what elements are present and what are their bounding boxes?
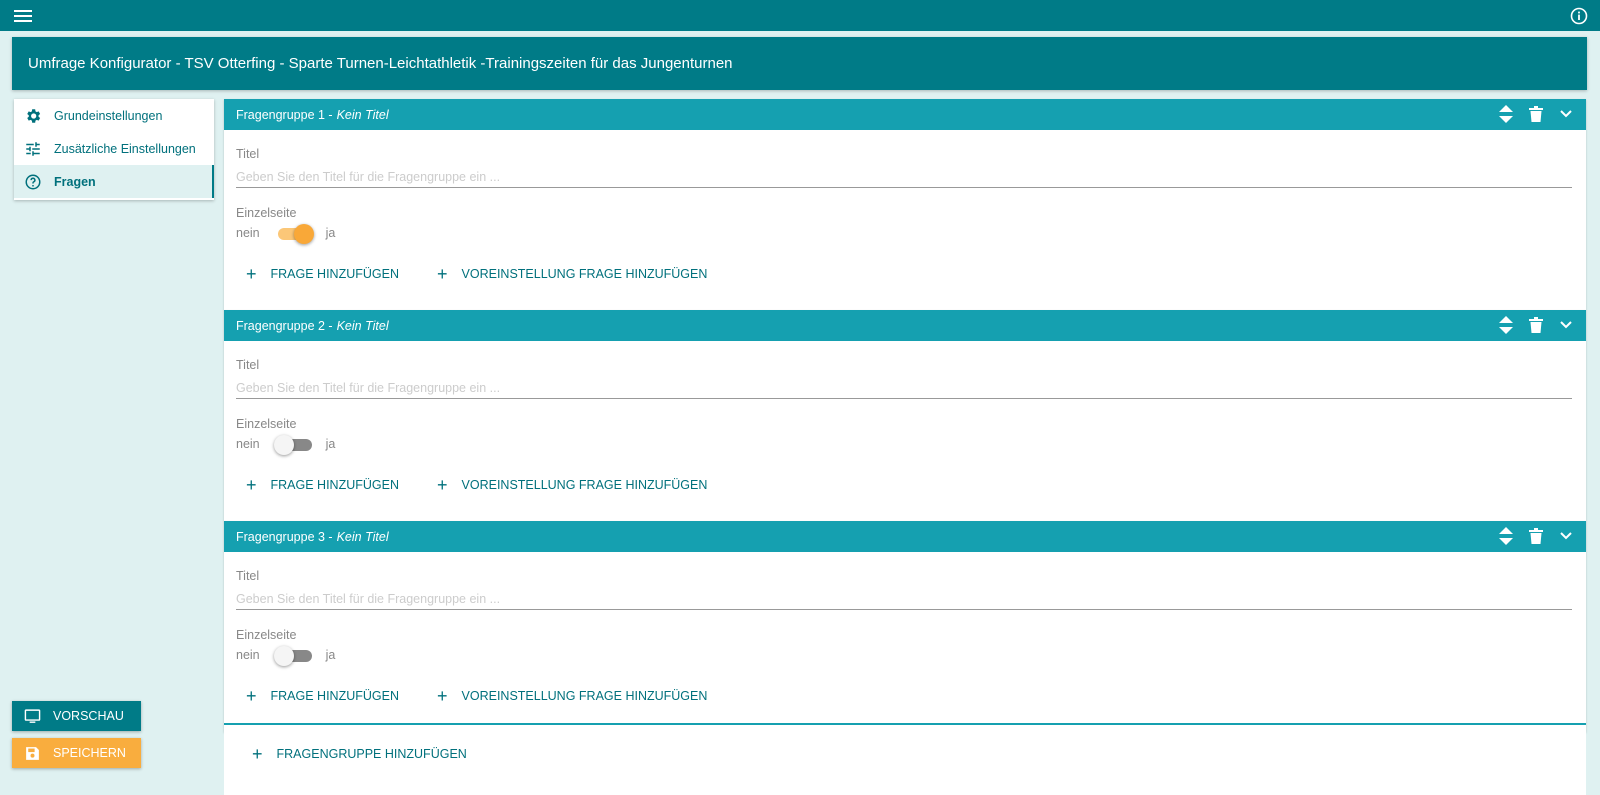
question-group-header[interactable]: Fragengruppe 2 - Kein Titel [224, 310, 1586, 341]
add-question-label: FRAGE HINZUFÜGEN [270, 478, 399, 492]
single-page-label: Einzelseite [236, 417, 297, 431]
group-title-input[interactable] [236, 166, 1572, 188]
plus-icon: + [246, 686, 257, 706]
sidebar-item-zusaetzliche-einstellungen[interactable]: Zusätzliche Einstellungen [14, 132, 214, 165]
question-group: Fragengruppe 3 - Kein Titel Titel Einzel… [224, 521, 1586, 732]
reorder-icon[interactable] [1496, 526, 1516, 546]
add-preset-question-label: VOREINSTELLUNG FRAGE HINZUFÜGEN [461, 478, 708, 492]
gear-icon [27, 108, 41, 123]
preview-button-label: VORSCHAU [53, 709, 124, 723]
question-group-header[interactable]: Fragengruppe 1 - Kein Titel [224, 99, 1586, 130]
question-group-title: Fragengruppe 3 - [236, 529, 333, 544]
question-groups-panel: Fragengruppe 1 - Kein Titel Titel Einzel… [224, 99, 1586, 795]
plus-icon: + [246, 264, 257, 284]
help-circle-icon [25, 174, 41, 189]
sidebar-item-label: Grundeinstellungen [54, 108, 163, 123]
sidebar-item-label: Fragen [54, 174, 96, 189]
single-page-label: Einzelseite [236, 628, 297, 642]
add-preset-question-button[interactable]: + VOREINSTELLUNG FRAGE HINZUFÜGEN [431, 261, 713, 287]
sidebar-nav: Grundeinstellungen Zusätzliche Einstellu… [14, 99, 214, 200]
question-group-title: Fragengruppe 1 - [236, 107, 333, 122]
toggle-on-label: ja [325, 648, 336, 662]
add-question-group-panel: + FRAGENGRUPPE HINZUFÜGEN [224, 723, 1586, 795]
page-title: Umfrage Konfigurator - TSV Otterfing - S… [12, 37, 1587, 90]
question-group-subtitle: Kein Titel [336, 318, 389, 333]
single-page-label: Einzelseite [236, 206, 297, 220]
toggle-on-label: ja [325, 437, 336, 451]
add-preset-question-label: VOREINSTELLUNG FRAGE HINZUFÜGEN [461, 689, 708, 703]
question-group-subtitle: Kein Titel [336, 107, 389, 122]
question-group: Fragengruppe 1 - Kein Titel Titel Einzel… [224, 99, 1586, 310]
info-icon[interactable] [1570, 7, 1588, 25]
floppy-disk-icon [26, 746, 39, 760]
chevron-down-icon[interactable] [1556, 315, 1576, 335]
add-preset-question-button[interactable]: + VOREINSTELLUNG FRAGE HINZUFÜGEN [431, 683, 713, 709]
toggle-off-label: nein [236, 437, 260, 451]
reorder-icon[interactable] [1496, 104, 1516, 124]
chevron-down-icon[interactable] [1556, 104, 1576, 124]
delete-icon[interactable] [1526, 526, 1546, 546]
group-title-input[interactable] [236, 377, 1572, 399]
add-question-label: FRAGE HINZUFÜGEN [270, 267, 399, 281]
add-question-button[interactable]: + FRAGE HINZUFÜGEN [240, 472, 405, 498]
chevron-down-icon[interactable] [1556, 526, 1576, 546]
toggle-off-label: nein [236, 648, 260, 662]
title-label: Titel [236, 147, 260, 161]
delete-icon[interactable] [1526, 315, 1546, 335]
plus-icon: + [437, 264, 448, 284]
question-group-header[interactable]: Fragengruppe 3 - Kein Titel [224, 521, 1586, 552]
save-button-label: SPEICHERN [53, 746, 126, 760]
reorder-icon[interactable] [1496, 315, 1516, 335]
add-question-group-button[interactable]: + FRAGENGRUPPE HINZUFÜGEN [246, 741, 473, 767]
question-group-title: Fragengruppe 2 - [236, 318, 333, 333]
tune-icon [26, 141, 40, 156]
hamburger-menu-icon[interactable] [13, 8, 33, 24]
plus-icon: + [437, 686, 448, 706]
add-question-label: FRAGE HINZUFÜGEN [270, 689, 399, 703]
add-question-button[interactable]: + FRAGE HINZUFÜGEN [240, 683, 405, 709]
sidebar-item-fragen[interactable]: Fragen [14, 165, 214, 198]
sidebar-item-grundeinstellungen[interactable]: Grundeinstellungen [14, 99, 214, 132]
toggle-off-label: nein [236, 226, 260, 240]
monitor-icon [24, 708, 41, 723]
question-group: Fragengruppe 2 - Kein Titel Titel Einzel… [224, 310, 1586, 521]
plus-icon: + [437, 475, 448, 495]
plus-icon: + [252, 744, 263, 764]
single-page-toggle[interactable] [274, 223, 314, 244]
title-label: Titel [236, 569, 260, 583]
toggle-on-label: ja [325, 226, 336, 240]
single-page-toggle[interactable] [273, 434, 314, 455]
save-button[interactable]: SPEICHERN [12, 738, 141, 768]
top-app-bar [0, 0, 1600, 31]
add-preset-question-button[interactable]: + VOREINSTELLUNG FRAGE HINZUFÜGEN [431, 472, 713, 498]
sidebar-item-label: Zusätzliche Einstellungen [54, 141, 196, 156]
add-preset-question-label: VOREINSTELLUNG FRAGE HINZUFÜGEN [461, 267, 708, 281]
group-title-input[interactable] [236, 588, 1572, 610]
delete-icon[interactable] [1526, 104, 1546, 124]
plus-icon: + [246, 475, 257, 495]
add-question-group-label: FRAGENGRUPPE HINZUFÜGEN [276, 747, 467, 761]
title-label: Titel [236, 358, 260, 372]
add-question-button[interactable]: + FRAGE HINZUFÜGEN [240, 261, 405, 287]
preview-button[interactable]: VORSCHAU [12, 701, 141, 731]
single-page-toggle[interactable] [273, 645, 314, 666]
question-group-subtitle: Kein Titel [336, 529, 389, 544]
